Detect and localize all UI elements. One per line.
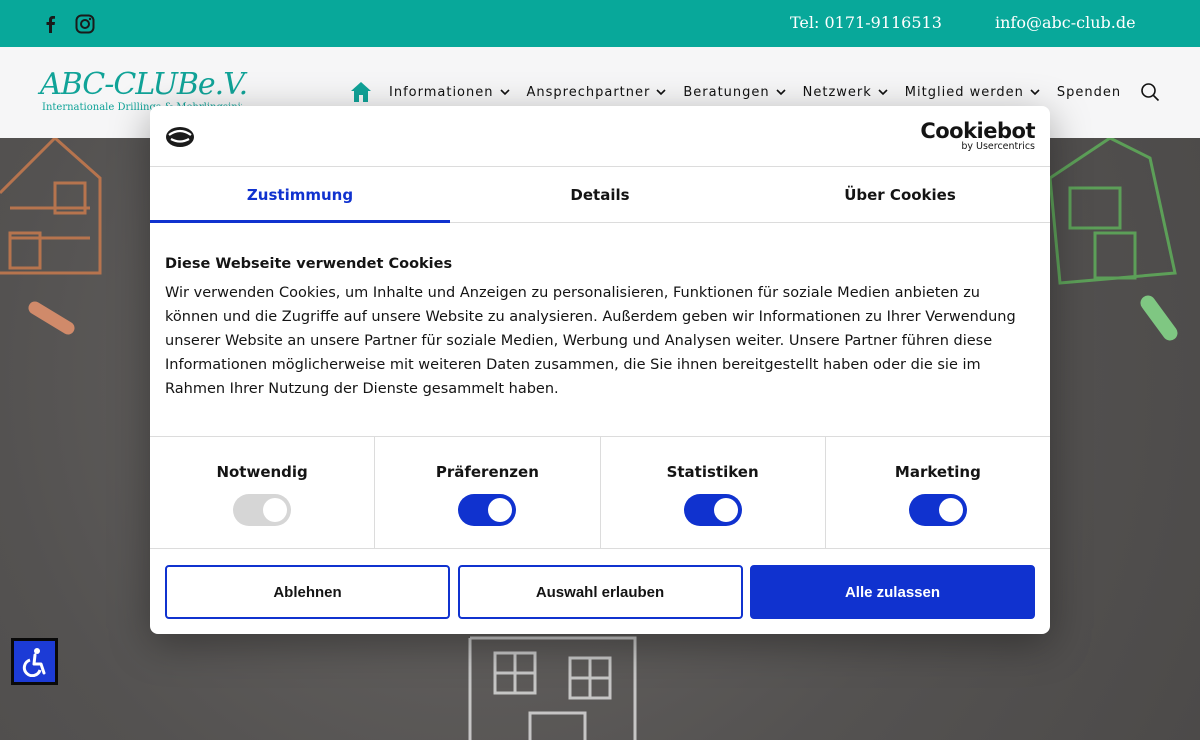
nav-item-spenden[interactable]: Spenden [1057,85,1121,100]
chevron-down-icon [499,88,510,95]
category-label: Notwendig [216,463,308,481]
category-statistiken: Statistiken [601,437,826,548]
cookie-icon [165,124,195,152]
nav-item-netzwerk[interactable]: Netzwerk [803,85,888,100]
toggle-statistiken[interactable] [683,494,742,526]
nav-item-ansprechpartner[interactable]: Ansprechpartner [527,85,667,100]
chevron-down-icon [878,88,888,95]
consent-content: Diese Webseite verwendet Cookies Wir ver… [165,256,1035,401]
consent-categories: Notwendig Präferenzen Statistiken Market… [150,436,1050,549]
toggle-knob [263,498,288,522]
allow-all-button[interactable]: Alle zulassen [750,565,1035,619]
top-bar: Tel: 0171-9116513 info@abc-club.de [0,0,1200,47]
allow-selection-button[interactable]: Auswahl erlauben [457,565,743,619]
category-notwendig: Notwendig [150,437,376,548]
tab-zustimmung[interactable]: Zustimmung [150,167,450,223]
consent-buttons: Ablehnen Auswahl erlauben Alle zulassen [165,565,1035,619]
nav-label: Netzwerk [802,84,872,100]
accessibility-button[interactable] [11,638,58,685]
nav-item-mitglied-werden[interactable]: Mitglied werden [905,85,1040,100]
search-icon[interactable] [1140,82,1160,102]
instagram-icon[interactable] [73,12,97,36]
nav-label: Informationen [389,84,494,100]
dialog-tabs: Zustimmung Details Über Cookies [150,167,1050,223]
toggle-praeferenzen[interactable] [458,494,517,526]
email-link[interactable]: info@abc-club.de [995,13,1136,32]
chevron-down-icon [1030,88,1040,95]
consent-text: Wir verwenden Cookies, um Inhalte und An… [165,285,1016,397]
nav-label: Ansprechpartner [526,84,651,100]
facebook-icon[interactable] [38,12,62,36]
category-label: Statistiken [666,463,759,481]
nav-label: Spenden [1056,84,1122,100]
toggle-knob [488,498,513,522]
category-marketing: Marketing [826,437,1050,548]
main-nav: Informationen Ansprechpartner Beratungen… [389,83,1121,101]
decline-button[interactable]: Ablehnen [165,565,450,619]
toggle-knob [713,498,738,522]
phone-link[interactable]: Tel: 0171-9116513 [790,13,942,32]
nav-item-informationen[interactable]: Informationen [389,85,510,100]
category-praeferenzen: Präferenzen [375,437,601,548]
chevron-down-icon [656,88,666,95]
cookie-consent-dialog: Cookiebot by Usercentrics Zustimmung Det… [150,106,1050,634]
toggle-knob [938,498,963,522]
toggle-marketing[interactable] [908,494,967,526]
category-label: Marketing [894,463,981,481]
logo-text: ABC-CLUBe.V. [40,67,248,102]
tab-ueber-cookies[interactable]: Über Cookies [750,167,1050,222]
cookiebot-logo: Cookiebot by Usercentrics [920,119,1035,152]
nav-label: Beratungen [683,84,770,100]
nav-label: Mitglied werden [904,84,1024,100]
consent-heading: Diese Webseite verwendet Cookies [165,256,453,272]
category-label: Präferenzen [435,463,539,481]
wheelchair-icon [22,647,45,677]
toggle-notwendig [233,494,292,526]
nav-item-beratungen[interactable]: Beratungen [683,84,786,100]
brand-name: Cookiebot [920,119,1035,143]
home-icon[interactable] [350,81,372,103]
tab-details[interactable]: Details [450,167,750,222]
chevron-down-icon [776,88,786,95]
